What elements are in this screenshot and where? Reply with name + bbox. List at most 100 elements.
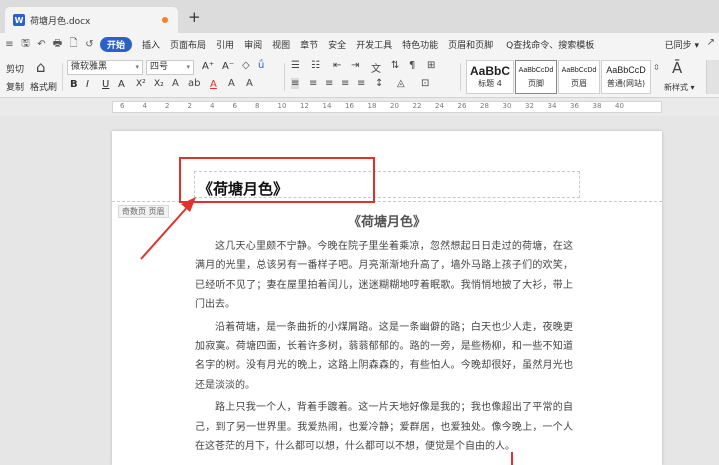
italic-button[interactable]: I [86,79,89,90]
tab-title: 荷塘月色.docx [30,16,91,27]
menu-icon[interactable]: ≡ [4,39,15,50]
style-footer[interactable]: AaBbCcDd 页脚 [515,60,557,94]
sync-status[interactable]: 已同步 ▾ [665,38,699,51]
command-search[interactable]: Q查找命令、搜索模板 [506,38,594,51]
ribbon-overflow[interactable] [706,60,719,94]
ruler-number: 6 [232,102,237,110]
new-style-button[interactable]: 新样式 ▾ [664,82,695,93]
tab-section[interactable]: 章节 [300,38,318,51]
word-doc-icon: W [13,14,25,26]
chinese-layout-icon[interactable]: 文 [371,60,381,75]
borders-icon[interactable]: ⊞ [427,60,435,71]
ruler-number: 4 [210,102,215,110]
print-icon[interactable]: 🖶 [52,36,63,53]
increase-indent-icon[interactable]: ⇥ [351,60,359,71]
undo-history-icon[interactable]: ↶ [36,39,47,50]
ruler-number: 18 [367,102,377,110]
redo-icon[interactable]: ↺ [84,39,95,50]
ribbon: 剪切 复制 ⌂ 格式刷 微软雅黑 ▾ 四号 ▾ A⁺ A⁻ ◇ ǘ B I U A … [0,55,719,98]
document-tab[interactable]: W 荷塘月色.docx [5,7,178,33]
tab-header-footer[interactable]: 页眉和页脚 [448,38,493,51]
distribute-icon[interactable]: ≡ [357,78,365,89]
ruler-number: 4 [142,102,147,110]
paragraph[interactable]: 路上只我一个人，背着手踱着。这一片天地好像是我的；我也像超出了平常的自己，到了另… [195,398,573,456]
align-center-icon[interactable]: ≡ [309,78,317,89]
style-normal-web[interactable]: AaBbCcD 普通(网站) [601,60,651,94]
char-border-icon[interactable]: A [246,78,253,89]
ruler-number: 10 [277,102,287,110]
ribbon-divider [62,63,63,91]
tab-page-layout[interactable]: 页面布局 [170,38,206,51]
ruler-number: 24 [435,102,444,110]
border-style-icon[interactable]: ⊡ [421,78,429,89]
subscript-button[interactable]: X₂ [154,79,164,89]
ruler-number: 28 [480,102,489,110]
style-heading4[interactable]: AaBbC 标题 4 [466,60,514,94]
justify-icon[interactable]: ≡ [341,78,349,89]
print-preview-icon[interactable]: 🗋 [68,36,79,53]
highlight-icon[interactable]: ab [188,78,200,89]
ruler-number: 2 [165,102,170,110]
share-icon[interactable]: ↗ [707,37,715,48]
line-spacing-icon[interactable]: ↕ [375,78,383,89]
ruler-number: 32 [525,102,534,110]
document-body[interactable]: 这几天心里颇不宁静。今晚在院子里坐着乘凉，忽然想起日日走过的荷塘，在这满月的光里… [195,237,573,459]
numbered-list-icon[interactable]: ☷ [311,60,320,71]
align-right-icon[interactable]: ≡ [325,78,333,89]
tab-home[interactable]: 开始 [100,36,133,52]
font-name-select[interactable]: 微软雅黑 ▾ [67,60,143,75]
tab-developer[interactable]: 开发工具 [356,38,392,51]
annotation-highlight-box [179,157,375,203]
tab-view[interactable]: 视图 [272,38,290,51]
chevron-down-icon: ▾ [135,63,139,71]
tab-features[interactable]: 特色功能 [402,38,438,51]
tab-insert[interactable]: 插入 [142,38,160,51]
font-name-value: 微软雅黑 [71,62,108,72]
font-size-select[interactable]: 四号 ▾ [146,60,194,75]
phonetic-icon[interactable]: ǘ [258,60,264,71]
copy-button[interactable]: 复制 [6,80,24,93]
clear-format-icon[interactable]: ◇ [242,60,250,71]
char-shading-icon[interactable]: A [228,78,235,89]
new-tab-button[interactable]: + [188,10,201,25]
ruler-number: 34 [547,102,557,110]
tab-references[interactable]: 引用 [216,38,234,51]
document-page[interactable]: 《荷塘月色》 奇数页 页眉 《荷塘月色》 这几天心里颇不宁静。今晚在院子里坐着乘… [112,131,662,465]
text-effect-icon[interactable]: A [172,78,179,89]
styles-scroll-icon[interactable]: ⇳ [653,63,660,72]
save-icon[interactable]: 🖫 [20,36,31,53]
font-grow-button[interactable]: A⁺ [202,61,214,72]
ruler-number: 36 [570,102,579,110]
sort-icon[interactable]: ⇅ [391,60,399,71]
text-cursor [511,452,513,465]
ruler-number: 40 [615,102,624,110]
cut-button[interactable]: 剪切 [6,62,24,75]
format-painter-button[interactable]: 格式刷 [30,80,57,93]
font-shrink-button[interactable]: A⁻ [222,61,234,72]
unsaved-dot-icon [162,17,168,23]
shading-icon[interactable]: ◬ [397,78,405,89]
superscript-button[interactable]: X² [136,79,146,89]
ribbon-divider [460,63,461,91]
tab-review[interactable]: 审阅 [244,38,262,51]
horizontal-ruler[interactable] [112,101,662,113]
strikethrough-button[interactable]: A [118,79,125,90]
style-header[interactable]: AaBbCcDd 页眉 [558,60,600,94]
font-color-button[interactable]: A [210,79,217,90]
decrease-indent-icon[interactable]: ⇤ [333,60,341,71]
paintbrush-icon: ⌂ [36,58,46,76]
document-title[interactable]: 《荷塘月色》 [112,211,662,230]
show-marks-icon[interactable]: ¶ [409,60,415,71]
bullet-list-icon[interactable]: ☰ [291,60,300,71]
tab-security[interactable]: 安全 [328,38,346,51]
ruler-number: 8 [255,102,260,110]
paragraph[interactable]: 这几天心里颇不宁静。今晚在院子里坐着乘凉，忽然想起日日走过的荷塘，在这满月的光里… [195,237,573,315]
font-size-value: 四号 [150,62,169,72]
ruler-number: 20 [390,102,399,110]
bold-button[interactable]: B [70,79,78,90]
new-style-icon: Ā [672,59,683,77]
align-left-icon[interactable]: ≡ [291,78,300,89]
ruler-number: 2 [187,102,192,110]
underline-button[interactable]: U [102,79,109,90]
paragraph[interactable]: 沿着荷塘，是一条曲折的小煤屑路。这是一条幽僻的路；白天也少人走，夜晚更加寂寞。荷… [195,318,573,396]
